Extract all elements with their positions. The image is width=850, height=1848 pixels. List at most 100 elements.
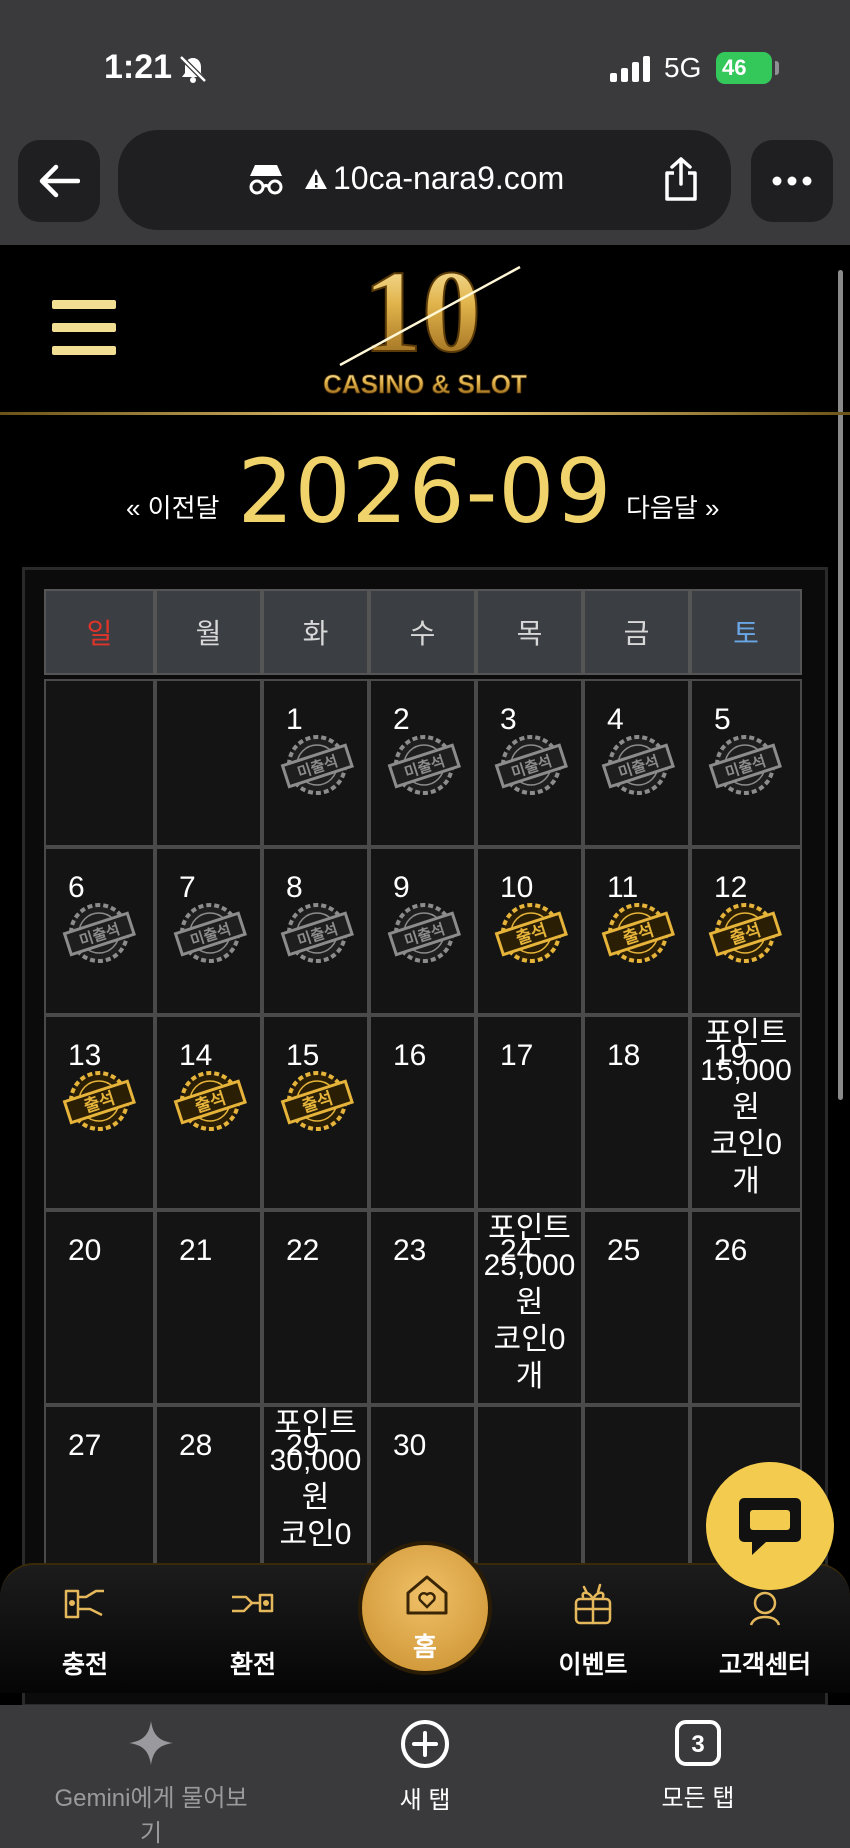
calendar-day-cell[interactable]: 9 미출석	[369, 847, 476, 1015]
reward-info: 포인트 15,000 원코인0 개	[692, 1015, 800, 1200]
calendar-day-cell[interactable]: 14 출석	[155, 1015, 262, 1210]
scrollbar[interactable]	[838, 270, 843, 1100]
url-text: 10ca-nara9.com	[333, 160, 565, 196]
battery-icon: 46	[716, 52, 772, 84]
weekday-header: 금	[583, 589, 690, 675]
weekday-header: 일	[44, 589, 155, 675]
all-tabs-button[interactable]: 3 모든 탭	[648, 1719, 748, 1813]
calendar-week-row: 1 미출석 2 미출석 3 미출석 4 미출석 5 미출석	[44, 679, 802, 847]
back-button[interactable]	[18, 140, 100, 222]
exchange-icon	[232, 1593, 274, 1613]
bell-off-icon	[179, 55, 207, 83]
new-tab-button[interactable]: 새 탭	[375, 1719, 475, 1815]
calendar-day-cell[interactable]: 4 미출석	[583, 679, 690, 847]
reward-line: 15,000	[700, 1054, 792, 1087]
reward-line: 원	[515, 1286, 544, 1319]
day-number: 20	[68, 1234, 102, 1267]
reward-line: 코인0	[710, 1128, 782, 1161]
calendar-day-cell[interactable]: 8 미출석	[262, 847, 369, 1015]
attended-stamp-icon: 출석	[62, 1071, 136, 1131]
absent-stamp-icon: 미출석	[173, 903, 247, 963]
calendar-day-cell[interactable]: 11 출석	[583, 847, 690, 1015]
more-button[interactable]	[751, 140, 833, 222]
calendar-day-cell[interactable]: 5 미출석	[690, 679, 802, 847]
calendar-day-cell[interactable]: 7 미출석	[155, 847, 262, 1015]
calendar-weekday-header: 일월화수목금토	[44, 589, 802, 675]
attended-stamp-icon: 출석	[494, 903, 568, 963]
nav-exchange[interactable]: 환전	[178, 1565, 328, 1695]
day-number: 21	[179, 1234, 213, 1267]
calendar-day-cell[interactable]: 13 출석	[44, 1015, 155, 1210]
status-time: 1:21	[104, 48, 173, 86]
absent-stamp-icon: 미출석	[494, 735, 568, 795]
browser-bottom-toolbar: Gemini에게 물어보기 새 탭 3 모든 탭	[0, 1705, 850, 1848]
calendar-empty-cell	[155, 679, 262, 847]
absent-stamp-icon: 미출석	[280, 903, 354, 963]
gift-icon	[574, 1583, 612, 1625]
day-number: 18	[607, 1039, 641, 1072]
arrow-left-icon	[39, 164, 80, 198]
battery-tip	[775, 61, 779, 75]
reward-line: 원	[732, 1091, 760, 1124]
reward-line: 코인0	[493, 1323, 566, 1356]
nav-home[interactable]: 홈	[358, 1541, 492, 1675]
calendar-day-cell[interactable]: 22	[262, 1210, 369, 1405]
incognito-icon	[249, 165, 283, 195]
calendar-day-cell[interactable]: 26	[690, 1210, 802, 1405]
share-icon[interactable]	[661, 156, 701, 202]
reward-line: 포인트	[488, 1212, 571, 1245]
attended-stamp-icon: 출석	[280, 1071, 354, 1131]
chat-bubble-icon	[739, 1498, 801, 1555]
nav-event-label: 이벤트	[558, 1651, 628, 1679]
reward-line: 개	[732, 1165, 760, 1198]
site-logo[interactable]: 10 CASINO & SLOT	[310, 253, 540, 403]
day-number: 30	[393, 1429, 427, 1462]
day-number: 26	[714, 1234, 748, 1267]
reward-info: 포인트 30,000 원 코인0	[264, 1405, 367, 1553]
calendar-day-cell[interactable]: 6 미출석	[44, 847, 155, 1015]
absent-stamp-icon: 미출석	[280, 735, 354, 795]
gemini-button[interactable]: Gemini에게 물어보기	[46, 1719, 256, 1848]
calendar-day-cell[interactable]: 23	[369, 1210, 476, 1405]
all-tabs-label: 모든 탭	[661, 1785, 735, 1812]
calendar-day-cell[interactable]: 16	[369, 1015, 476, 1210]
calendar-day-cell[interactable]: 25	[583, 1210, 690, 1405]
reward-line: 포인트	[274, 1407, 357, 1440]
weekday-header: 토	[690, 589, 802, 675]
calendar-day-cell[interactable]: 17	[476, 1015, 583, 1210]
calendar-day-cell[interactable]: 2 미출석	[369, 679, 476, 847]
month-title: 2026-09	[237, 440, 613, 543]
calendar-day-cell[interactable]: 21	[155, 1210, 262, 1405]
reward-info: 포인트 25,000 원 코인0 개	[478, 1210, 581, 1395]
menu-button[interactable]	[52, 300, 116, 356]
nav-event[interactable]: 이벤트	[518, 1565, 668, 1695]
calendar-week-row: 6 미출석 7 미출석 8 미출석 9 미출석 10 출석 11 출석 12 출석	[44, 847, 802, 1015]
day-number: 22	[286, 1234, 320, 1267]
reward-line: 포인트	[704, 1017, 788, 1050]
site-bottom-nav: 충전 환전 홈 이벤트 고객센터	[0, 1541, 850, 1695]
day-number: 17	[500, 1039, 534, 1072]
calendar-day-cell[interactable]: 20	[44, 1210, 155, 1405]
chat-button[interactable]	[706, 1462, 834, 1590]
calendar-day-cell[interactable]: 18	[583, 1015, 690, 1210]
gemini-label: Gemini에게 물어보기	[54, 1785, 248, 1847]
absent-stamp-icon: 미출석	[62, 903, 136, 963]
weekday-header: 목	[476, 589, 583, 675]
next-month-link[interactable]: 다음달 »	[626, 488, 719, 525]
month-navigation: « 이전달 2026-09 다음달 »	[0, 440, 850, 543]
calendar-grid: 1 미출석 2 미출석 3 미출석 4 미출석 5 미출석 6 미출석 7 미출석 8 미출석 9 미출석 10 출석…	[44, 679, 802, 1600]
calendar-week-row: 13 출석 14 출석 15 출석 16 17 18 19 포인트 15,000 원 코인0 개	[44, 1015, 802, 1210]
calendar-day-cell[interactable]: 12 출석	[690, 847, 802, 1015]
weekday-header: 수	[369, 589, 476, 675]
calendar-day-cell[interactable]: 19 포인트 15,000 원 코인0 개	[690, 1015, 802, 1210]
calendar-day-cell[interactable]: 3 미출석	[476, 679, 583, 847]
warning-icon	[305, 169, 327, 189]
calendar-day-cell[interactable]: 10 출석	[476, 847, 583, 1015]
calendar-day-cell[interactable]: 15 출석	[262, 1015, 369, 1210]
address-bar[interactable]: 10ca-nara9.com	[118, 130, 731, 230]
day-number: 28	[179, 1429, 213, 1462]
calendar-day-cell[interactable]: 24 포인트 25,000 원 코인0 개	[476, 1210, 583, 1405]
nav-charge[interactable]: 충전	[10, 1565, 160, 1695]
nav-exchange-label: 환전	[229, 1651, 276, 1679]
calendar-day-cell[interactable]: 1 미출석	[262, 679, 369, 847]
